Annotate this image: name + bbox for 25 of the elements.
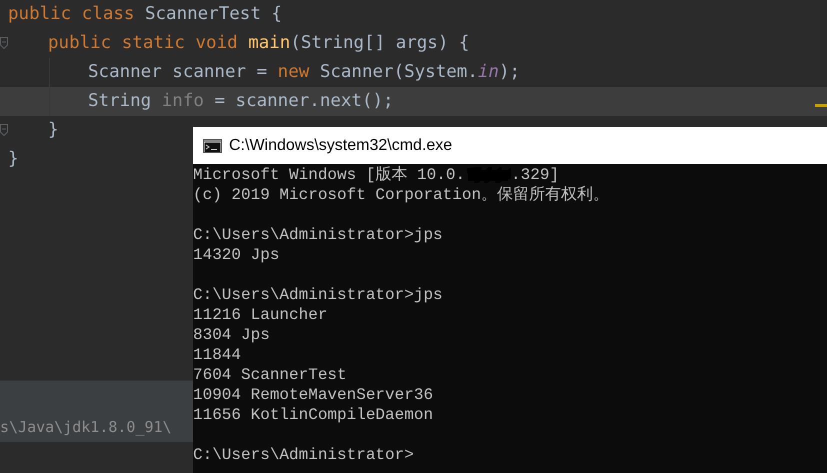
console-text: C:\Users\Administrator>jps xyxy=(193,225,443,246)
console-text: 11844 xyxy=(193,345,242,366)
console-text: 8304 Jps xyxy=(193,325,270,346)
console-text: 7604 ScannerTest xyxy=(193,365,347,386)
console-text: Microsoft Windows [版本 10.0. xyxy=(193,164,466,186)
console-text: (c) 2019 Microsoft Corporation。保留所有权利。 xyxy=(193,184,610,206)
code-line: public class ScannerTest { xyxy=(8,3,282,26)
code-line: public static void main(String[] args) { xyxy=(47,32,470,56)
code-line: } xyxy=(47,119,59,142)
path-text: s\Java\jdk1.8.0_91\ xyxy=(0,416,172,438)
console-text: C:\Users\Administrator>jps xyxy=(193,285,443,306)
console-text: 11216 Launcher xyxy=(193,305,328,326)
console-text: C:\Users\Administrator> xyxy=(193,445,414,466)
console-text: 10904 RemoteMavenServer36 xyxy=(193,385,434,406)
fold-marker-icon[interactable] xyxy=(0,124,8,136)
code-line: String info = scanner.next(); xyxy=(87,90,394,114)
terminal-icon xyxy=(203,138,222,152)
console-text: 11656 KotlinCompileDaemon xyxy=(193,405,434,426)
code-line: } xyxy=(8,148,19,172)
window-title: C:\Windows\system32\cmd.exe xyxy=(229,136,452,156)
scroll-marker xyxy=(815,104,827,107)
fold-marker-icon[interactable] xyxy=(0,37,8,49)
code-line: Scanner scanner = new Scanner(System.in); xyxy=(87,61,520,84)
console-text: .329] xyxy=(511,165,560,186)
console-text: 14320 Jps xyxy=(193,245,280,266)
